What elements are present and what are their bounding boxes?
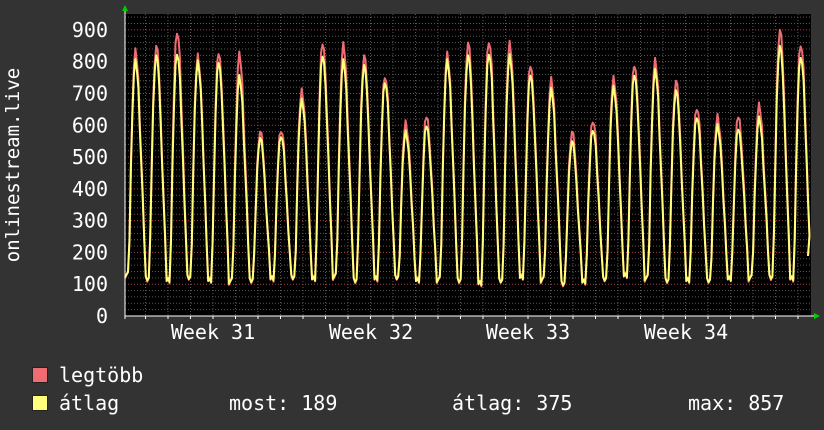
- y-axis-label: onlinestream.live: [2, 68, 24, 262]
- y-tick-label: 200: [72, 240, 108, 264]
- y-tick-label: 400: [72, 177, 108, 201]
- y-tick-labels: 0 100 200 300 400 500 600 700 800 900: [72, 18, 108, 328]
- y-tick-label: 100: [72, 272, 108, 296]
- y-tick-label: 500: [72, 145, 108, 169]
- y-axis-arrow: [122, 5, 128, 11]
- legend-swatch-avg: [32, 395, 48, 411]
- x-tick-label: Week 34: [644, 320, 728, 344]
- stat-max: max: 857: [688, 391, 785, 415]
- y-tick-label: 600: [72, 113, 108, 137]
- legend-label-avg: átlag: [59, 391, 120, 415]
- y-tick-label: 300: [72, 209, 108, 233]
- x-tick-label: Week 33: [486, 320, 570, 344]
- y-tick-label: 900: [72, 18, 108, 42]
- x-axis-arrow: [814, 313, 820, 319]
- x-tick-label: Week 32: [329, 320, 413, 344]
- x-tick-labels: Week 31 Week 32 Week 33 Week 34: [171, 320, 728, 344]
- y-tick-label: 0: [96, 304, 108, 328]
- legend-swatch-max: [32, 367, 48, 383]
- chart: 0100200300400500600700800900 Week 31 Week…: [2, 5, 820, 344]
- x-tick-label: Week 31: [171, 320, 255, 344]
- legend-label-max: legtöbb: [59, 363, 144, 387]
- stat-avg: átlag: 375: [452, 391, 573, 415]
- stat-now: most: 189: [229, 391, 338, 415]
- y-tick-label: 800: [72, 50, 108, 74]
- y-tick-label: 700: [72, 81, 108, 105]
